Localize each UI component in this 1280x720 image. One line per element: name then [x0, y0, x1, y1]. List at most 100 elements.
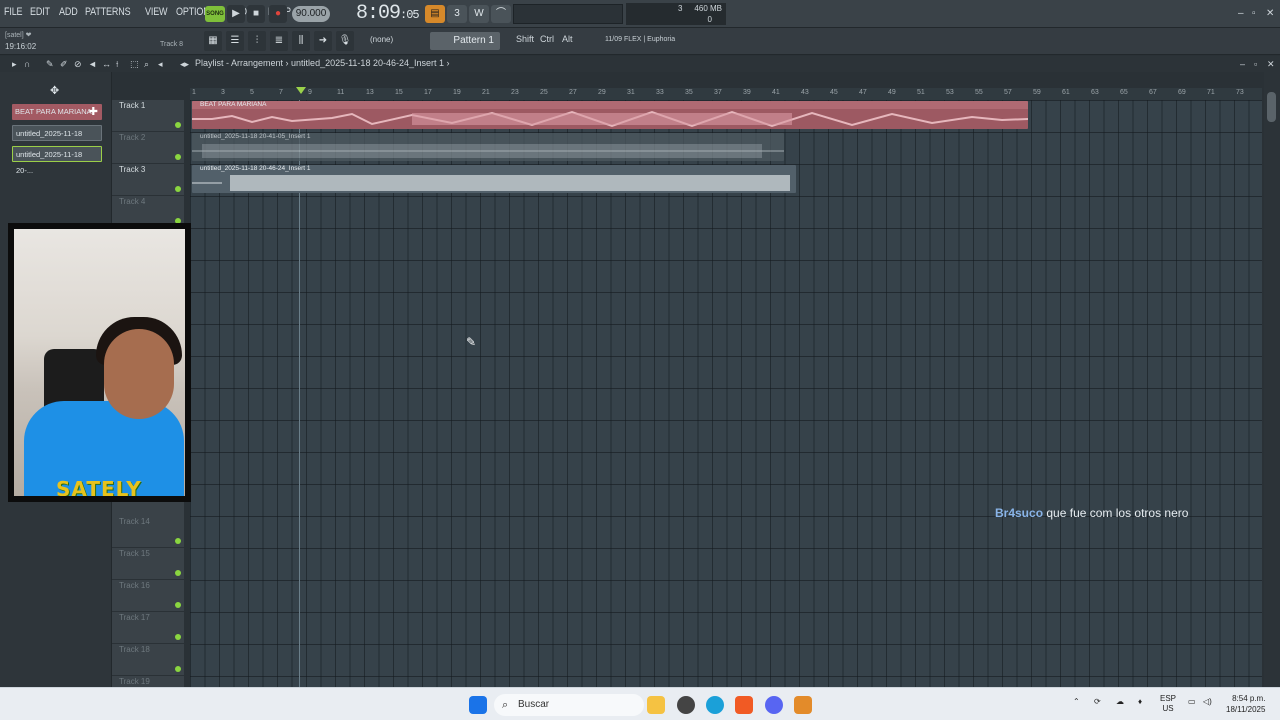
wait-icon[interactable]: W — [469, 5, 489, 23]
audio-clip-untitled-2[interactable]: untitled_2025-11-18 20-46-24_Insert 1 — [192, 165, 796, 193]
menu-item-add[interactable]: ADD — [59, 6, 78, 18]
slip-icon[interactable]: ↔ — [102, 59, 111, 69]
track-header[interactable]: Track 16 — [112, 580, 184, 612]
clip-source-untitled-1[interactable]: untitled_2025-11-18 20-... — [12, 125, 102, 154]
tray-clock[interactable]: 8:54 p.m. 18/11/2025 — [1226, 693, 1265, 715]
channel-rack-icon[interactable]: ☰ — [226, 31, 244, 51]
menu-item-patterns[interactable]: PATTERNS — [85, 6, 131, 18]
search-box[interactable]: ⌕ Buscar — [494, 694, 644, 716]
track-led-icon[interactable] — [175, 122, 181, 128]
start-icon[interactable] — [469, 696, 487, 714]
mixer-icon[interactable]: ⫼ — [292, 31, 310, 51]
track-label: Track 4 — [119, 197, 146, 206]
tray-cloud-icon[interactable]: ☁ — [1116, 697, 1124, 706]
chatgpt-icon[interactable] — [677, 696, 695, 714]
track-header[interactable]: Track 1 — [112, 100, 184, 132]
maximize-icon[interactable]: ▫ — [1252, 8, 1256, 19]
network-icon[interactable]: ▭ — [1188, 697, 1196, 706]
select-icon[interactable]: ⬚ — [130, 59, 139, 70]
stop-button[interactable]: ■ — [247, 5, 265, 23]
track-led-icon[interactable] — [175, 666, 181, 672]
minimize-icon[interactable]: – — [1238, 8, 1244, 19]
playlist-icon[interactable]: ▦ — [204, 31, 222, 51]
ruler-tick: 37 — [714, 89, 722, 96]
playlist-close-icon[interactable]: ✕ — [1267, 59, 1275, 70]
delete-icon[interactable]: ⊘ — [74, 59, 82, 70]
clip-source-untitled-2[interactable]: untitled_2025-11-18 20-... — [12, 146, 102, 175]
edge-icon[interactable] — [706, 696, 724, 714]
play-arrow-icon[interactable]: ▸ — [12, 59, 17, 70]
alt-key[interactable]: Alt — [562, 34, 573, 44]
piano-roll-icon[interactable]: ⫶ — [248, 31, 266, 51]
track-led-icon[interactable] — [175, 154, 181, 160]
record-button[interactable]: ● — [269, 5, 287, 23]
waveform — [192, 175, 790, 191]
tray-mic-icon[interactable]: ♦ — [1138, 697, 1142, 706]
arrow-icon[interactable]: ➜ — [314, 31, 332, 51]
playhead-marker[interactable] — [296, 87, 306, 94]
song-mode-button[interactable]: SONG — [205, 6, 225, 22]
playlist-minimize-icon[interactable]: – — [1240, 59, 1245, 69]
track-header[interactable]: Track 17 — [112, 612, 184, 644]
track-header[interactable]: Track 15 — [112, 548, 184, 580]
track-header[interactable]: Track 18 — [112, 644, 184, 676]
ruler-tick: 71 — [1207, 89, 1215, 96]
close-icon[interactable]: ✕ — [1266, 8, 1274, 19]
discord-icon[interactable] — [765, 696, 783, 714]
playlist-maximize-icon[interactable]: ▫ — [1254, 59, 1257, 69]
waveform — [192, 144, 784, 158]
add-icon[interactable]: ✚ — [89, 104, 98, 120]
loop-icon[interactable]: ⌒ — [491, 5, 511, 23]
shift-key[interactable]: Shift — [516, 34, 534, 44]
brave-icon[interactable] — [735, 696, 753, 714]
volume-icon[interactable]: ◁) — [1203, 697, 1212, 706]
memory-value: 460 MB — [694, 4, 722, 13]
mute-icon[interactable]: ◄ — [88, 59, 97, 69]
file-explorer-icon[interactable] — [647, 696, 665, 714]
playback-icon[interactable]: ◂ — [158, 59, 163, 70]
none-selector[interactable]: (none) — [370, 35, 393, 44]
menu-item-file[interactable]: FILE — [4, 6, 23, 18]
browser-icon[interactable]: ≣ — [270, 31, 288, 51]
track-header[interactable]: Track 3 — [112, 164, 184, 196]
fl-studio-icon[interactable] — [794, 696, 812, 714]
zoom-icon[interactable]: ⌕ — [144, 59, 149, 70]
language-indicator[interactable]: ESP US — [1160, 694, 1176, 714]
magnet-icon[interactable]: ∩ — [24, 59, 30, 69]
ruler-tick: 41 — [772, 89, 780, 96]
tempo-display[interactable]: 90.000 — [292, 6, 330, 22]
brush-icon[interactable]: ✐ — [60, 59, 68, 70]
nav-arrow-icon[interactable]: ◂▸ — [180, 59, 189, 70]
tray-sync-icon[interactable]: ⟳ — [1094, 697, 1101, 706]
menu-item-edit[interactable]: EDIT — [30, 6, 50, 18]
clip-source-beat[interactable]: BEAT PARA MARIANA ✚ — [12, 104, 102, 120]
audio-clip-beat[interactable]: BEAT PARA MARIANA — [192, 101, 1028, 129]
clip-header: BEAT PARA MARIANA — [192, 101, 1028, 109]
hint-track: Track 8 — [160, 41, 184, 48]
ctrl-key[interactable]: Ctrl — [540, 34, 554, 44]
move-icon[interactable]: ✥ — [50, 84, 59, 97]
track-led-icon[interactable] — [175, 186, 181, 192]
countdown-icon[interactable]: 3 — [447, 5, 467, 23]
track-header[interactable]: Track 2 — [112, 132, 184, 164]
audio-clip-untitled-1[interactable]: untitled_2025-11-18 20-41-05_Insert 1 — [192, 133, 784, 161]
tray-chevron-icon[interactable]: ⌃ — [1073, 697, 1080, 706]
playlist-project: untitled_2025-11-18 20-46-24_Insert 1 — [291, 58, 444, 68]
clock-main: 8:09 — [356, 2, 401, 25]
pencil-icon[interactable]: ✎ — [46, 59, 54, 70]
track-led-icon[interactable] — [175, 538, 181, 544]
slice-icon[interactable]: ⟊ — [116, 59, 118, 70]
mic-icon[interactable]: 🎙 — [336, 31, 354, 51]
scroll-thumb[interactable] — [1267, 92, 1276, 122]
track-led-icon[interactable] — [175, 602, 181, 608]
chat-text: que fue com los otros nero — [1046, 506, 1189, 520]
vertical-scrollbar[interactable] — [1264, 72, 1280, 687]
menu-item-view[interactable]: VIEW — [145, 6, 168, 18]
timeline-ruler[interactable]: 1 3 5 7 9 11 13 15 17 19 21 23 25 27 29 31 33 35 37 39 41 43 4… — [190, 88, 1262, 100]
track-led-icon[interactable] — [175, 634, 181, 640]
metronome-icon[interactable]: ▤ — [425, 5, 445, 23]
play-button[interactable]: ▶ — [227, 5, 245, 23]
track-header[interactable]: Track 14 — [112, 516, 184, 548]
pattern-selector[interactable]: Pattern 1 — [430, 32, 500, 50]
track-led-icon[interactable] — [175, 570, 181, 576]
